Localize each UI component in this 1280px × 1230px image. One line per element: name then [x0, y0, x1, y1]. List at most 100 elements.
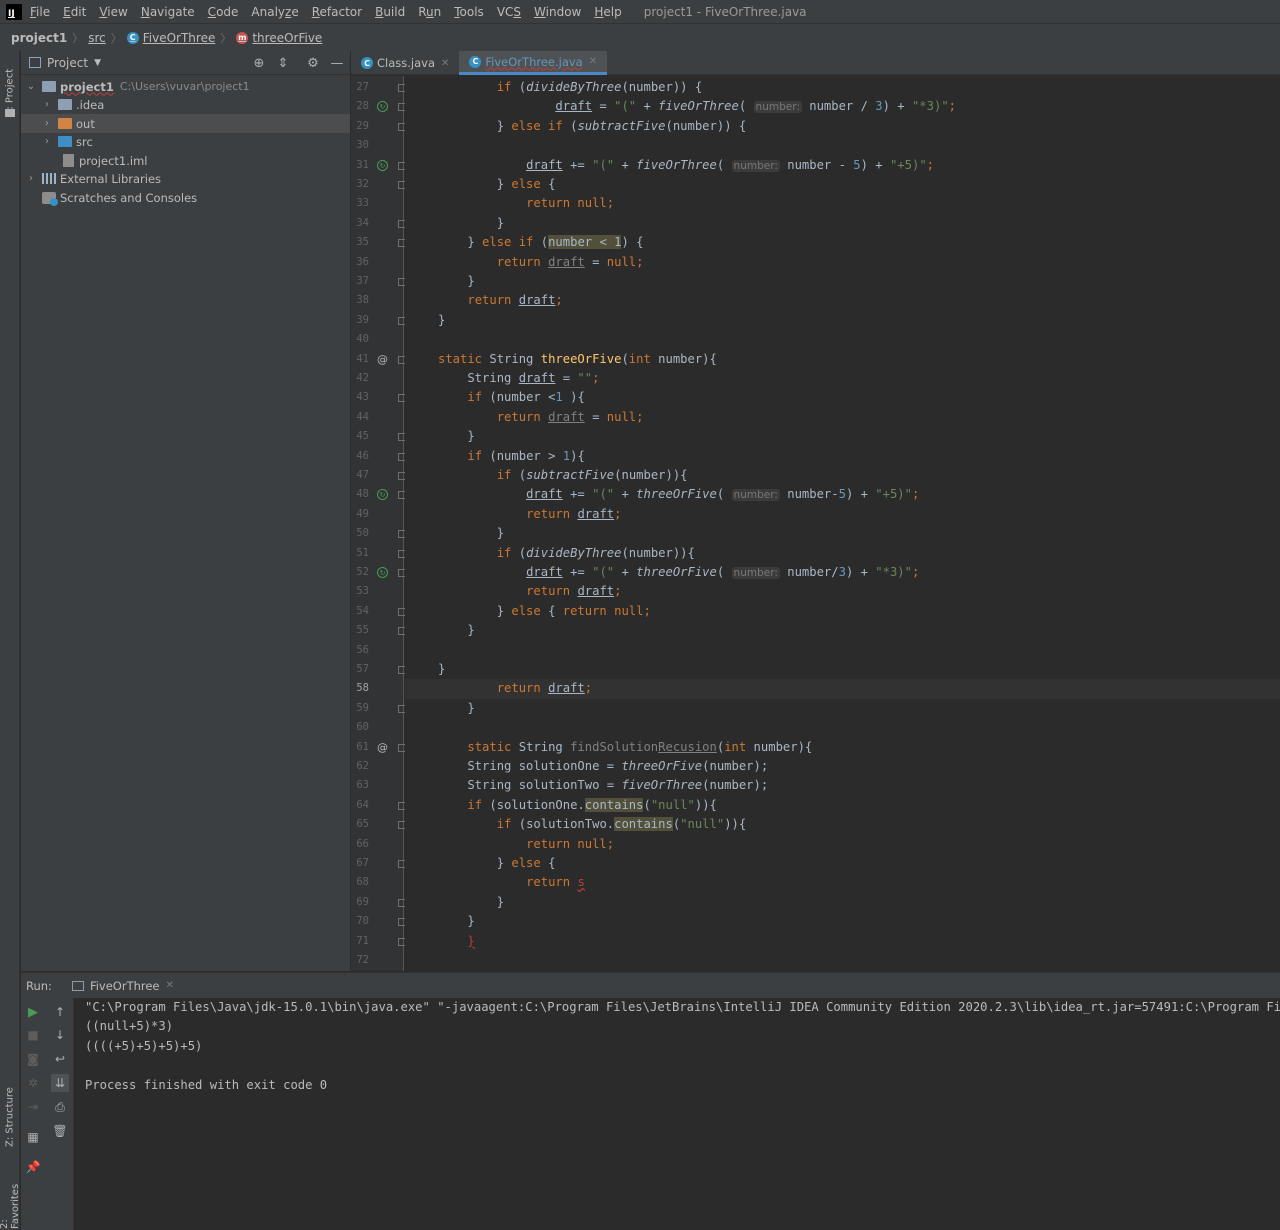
soft-wrap-icon[interactable]: ↩: [51, 1050, 69, 1068]
menu-item[interactable]: Tools: [454, 5, 484, 19]
code-line[interactable]: } else {: [405, 854, 1280, 873]
tree-item-src[interactable]: › src: [21, 132, 350, 151]
menu-item[interactable]: Build: [375, 5, 405, 19]
code-line[interactable]: [405, 641, 1280, 660]
hide-icon[interactable]: —: [328, 54, 346, 72]
menu-item[interactable]: Refactor: [312, 5, 362, 19]
code-line[interactable]: [405, 951, 1280, 970]
recursive-call-icon[interactable]: ↻: [377, 567, 388, 578]
code-line[interactable]: }: [405, 272, 1280, 291]
code-line[interactable]: }: [405, 893, 1280, 912]
print-icon[interactable]: ⎙: [51, 1098, 69, 1116]
implementation-marker-icon[interactable]: @: [377, 742, 388, 753]
recursive-call-icon[interactable]: ↻: [377, 159, 388, 171]
tab-run-fiveorthree[interactable]: FiveOrThree ✕: [71, 979, 174, 993]
scroll-to-end-icon[interactable]: ⇊: [51, 1074, 69, 1092]
menu-item[interactable]: View: [99, 5, 127, 19]
code-line[interactable]: return draft = null;: [405, 408, 1280, 427]
code-line[interactable]: return s: [405, 873, 1280, 892]
code-line[interactable]: }: [405, 427, 1280, 446]
gear-icon[interactable]: ⚙: [304, 54, 322, 72]
recursive-call-icon[interactable]: ↻: [377, 101, 388, 113]
code-line[interactable]: }: [405, 699, 1280, 718]
trash-icon[interactable]: 🗑: [51, 1122, 69, 1140]
tree-item-out[interactable]: › out: [21, 114, 350, 133]
code-line[interactable]: String solutionTwo = fiveOrThree(number)…: [405, 776, 1280, 795]
code-line[interactable]: return draft = null;: [405, 253, 1280, 272]
code-line[interactable]: static String findSolutionRecusion(int n…: [405, 738, 1280, 757]
stop-icon[interactable]: ■: [24, 1026, 42, 1044]
chevron-right-icon[interactable]: ›: [42, 118, 52, 129]
chevron-right-icon[interactable]: ›: [42, 99, 52, 110]
pin-icon[interactable]: 📌: [24, 1158, 42, 1176]
editor-gutter[interactable]: 27 28 ↻ 29 30 31 ↻ 32 33 34 35 36 37 38 39 40 41 @42 43 44 4…: [351, 76, 406, 971]
breadcrumb-class[interactable]: C FiveOrThree: [126, 31, 215, 45]
menu-item[interactable]: Run: [418, 5, 441, 19]
code-line[interactable]: static String threeOrFive(int number){: [405, 350, 1280, 369]
code-line[interactable]: draft += "(" + threeOrFive( number: numb…: [405, 485, 1280, 504]
menu-item[interactable]: Code: [208, 5, 239, 19]
tab-class-java[interactable]: C Class.java ✕: [351, 51, 459, 75]
code-line[interactable]: draft += "(" + threeOrFive( number: numb…: [405, 563, 1280, 582]
camera-icon[interactable]: ◙: [24, 1050, 42, 1068]
recursive-call-icon[interactable]: ↻: [377, 489, 388, 501]
exit-icon[interactable]: ⇥: [24, 1098, 42, 1116]
menu-item[interactable]: Navigate: [141, 5, 195, 19]
tree-item-external-libraries[interactable]: › External Libraries: [21, 169, 350, 188]
implementation-marker-icon[interactable]: @: [377, 354, 388, 365]
chevron-down-icon[interactable]: ⌄: [26, 81, 36, 92]
tree-item-idea[interactable]: › .idea: [21, 95, 350, 114]
close-icon[interactable]: ✕: [589, 56, 597, 67]
code-editor[interactable]: if (divideByThree(number)) { draft = "("…: [405, 76, 1280, 971]
collapse-all-icon[interactable]: ⇕: [274, 54, 292, 72]
run-console[interactable]: "C:\Program Files\Java\jdk-15.0.1\bin\ja…: [75, 998, 1280, 1230]
code-line[interactable]: if (number <1 ){: [405, 388, 1280, 407]
menu-item[interactable]: Window: [534, 5, 581, 19]
code-line[interactable]: if (divideByThree(number)){: [405, 544, 1280, 563]
menu-item[interactable]: File: [30, 5, 50, 19]
code-line[interactable]: }: [405, 214, 1280, 233]
close-icon[interactable]: ✕: [441, 58, 449, 69]
code-line[interactable]: return draft;: [405, 291, 1280, 310]
close-icon[interactable]: ✕: [166, 980, 174, 991]
code-line[interactable]: } else {: [405, 175, 1280, 194]
tree-item-iml[interactable]: project1.iml: [21, 151, 350, 170]
breadcrumb-method[interactable]: m threeOrFive: [236, 31, 322, 45]
code-line[interactable]: if (number > 1){: [405, 447, 1280, 466]
tab-fiveorthree-java[interactable]: C FiveOrThree.java ✕: [459, 51, 608, 75]
chevron-right-icon[interactable]: ›: [42, 136, 52, 147]
code-line[interactable]: return draft;: [405, 505, 1280, 524]
menu-item[interactable]: Analyze: [251, 5, 298, 19]
tree-item-project-root[interactable]: ⌄ project1 C:\Users\vuvar\project1: [21, 77, 350, 96]
tab-favorites-tool[interactable]: 2: Favorites: [0, 1171, 21, 1229]
chevron-down-icon[interactable]: ▼: [94, 58, 101, 68]
code-line[interactable]: draft += "(" + fiveOrThree( number: numb…: [405, 156, 1280, 175]
code-line[interactable]: if (divideByThree(number)) {: [405, 78, 1280, 97]
code-line[interactable]: [405, 136, 1280, 155]
code-line[interactable]: if (solutionOne.contains("null")){: [405, 796, 1280, 815]
arrow-down-icon[interactable]: ↓: [51, 1026, 69, 1044]
code-line[interactable]: }: [405, 311, 1280, 330]
code-line[interactable]: return null;: [405, 194, 1280, 213]
menu-item[interactable]: VCS: [497, 5, 521, 19]
code-line[interactable]: return draft;: [405, 582, 1280, 601]
locate-icon[interactable]: ⊕: [250, 54, 268, 72]
menu-item[interactable]: Help: [594, 5, 621, 19]
breadcrumb-project[interactable]: project1: [11, 31, 67, 45]
rerun-icon[interactable]: ▶: [24, 1003, 42, 1021]
code-line[interactable]: [405, 330, 1280, 349]
code-line[interactable]: String solutionOne = threeOrFive(number)…: [405, 757, 1280, 776]
code-line[interactable]: } else if (subtractFive(number)) {: [405, 117, 1280, 136]
code-line[interactable]: }: [405, 932, 1280, 951]
arrow-up-icon[interactable]: ↑: [51, 1003, 69, 1021]
code-line[interactable]: return null;: [405, 835, 1280, 854]
tab-structure-tool[interactable]: Z: Structure: [2, 1081, 18, 1153]
code-line[interactable]: }: [405, 621, 1280, 640]
code-line[interactable]: }: [405, 660, 1280, 679]
code-line[interactable]: } else { return null;: [405, 602, 1280, 621]
menu-item[interactable]: Edit: [63, 5, 86, 19]
code-line[interactable]: }: [405, 524, 1280, 543]
debug-icon[interactable]: ✲: [24, 1074, 42, 1092]
code-line[interactable]: }: [405, 912, 1280, 931]
code-line[interactable]: } else if (number < 1) {: [405, 233, 1280, 252]
